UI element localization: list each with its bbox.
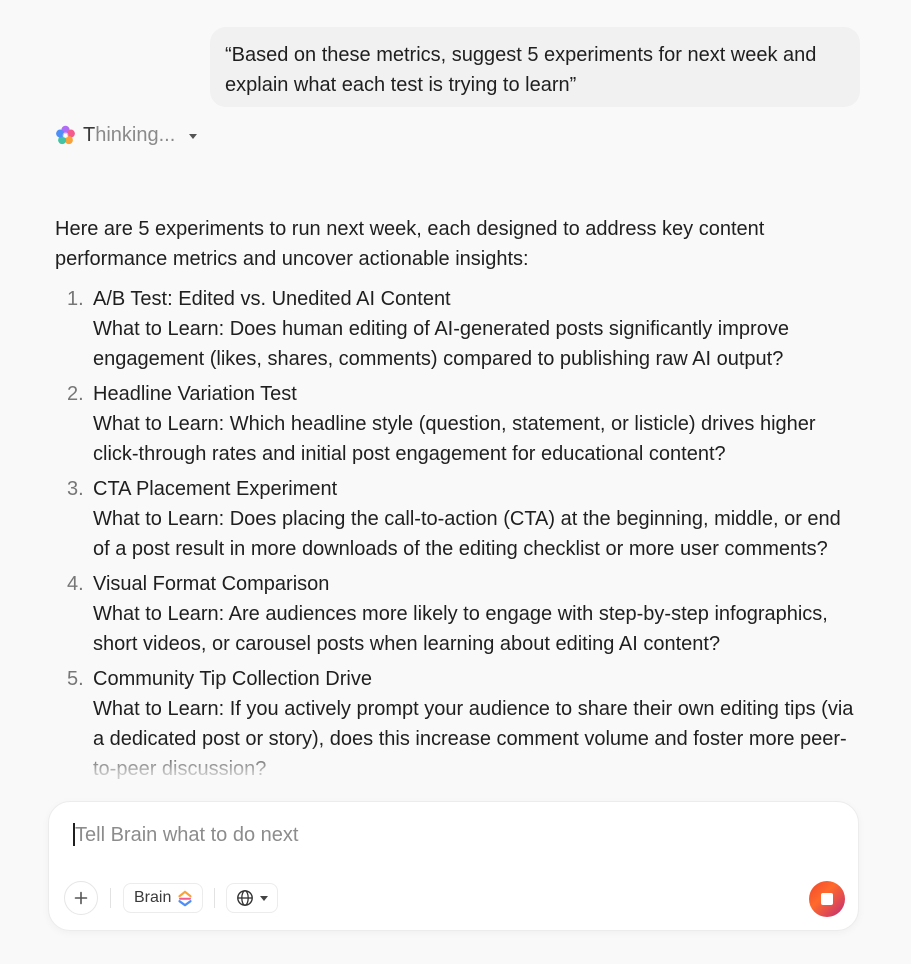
experiment-title: Visual Format Comparison: [93, 573, 330, 595]
experiment-list: 1. A/B Test: Edited vs. Unedited AI Cont…: [55, 284, 855, 784]
chevron-down-icon: [189, 133, 198, 139]
prompt-input[interactable]: [73, 820, 773, 850]
add-button[interactable]: [64, 881, 98, 915]
list-item: 5. Community Tip Collection Drive What t…: [55, 664, 855, 784]
list-item: 4. Visual Format Comparison What to Lear…: [55, 569, 855, 659]
globe-icon: [236, 889, 254, 907]
thinking-toggle[interactable]: Thinking...: [54, 121, 198, 149]
experiment-detail: What to Learn: Does human editing of AI-…: [93, 318, 789, 370]
experiment-detail: What to Learn: Does placing the call-to-…: [93, 508, 841, 560]
composer: Brain: [48, 801, 859, 931]
user-message-bubble: “Based on these metrics, suggest 5 exper…: [210, 27, 860, 107]
brain-label: Brain: [134, 889, 172, 906]
brain-logo-icon: [177, 890, 193, 907]
stop-icon: [821, 893, 833, 905]
experiment-title: Headline Variation Test: [93, 383, 297, 405]
brain-flower-icon: [54, 124, 77, 147]
assistant-response: Here are 5 experiments to run next week,…: [55, 214, 855, 802]
chevron-down-icon: [260, 895, 268, 901]
experiment-title: Community Tip Collection Drive: [93, 668, 372, 690]
text-cursor: [73, 823, 75, 846]
experiment-detail: What to Learn: Are audiences more likely…: [93, 603, 828, 655]
brain-mode-button[interactable]: Brain: [123, 883, 204, 913]
list-number: 2.: [67, 383, 84, 405]
thinking-label: Thinking...: [83, 123, 176, 146]
list-number: 5.: [67, 668, 84, 690]
experiment-detail: What to Learn: Which headline style (que…: [93, 413, 816, 465]
toolbar-divider: [214, 888, 215, 908]
user-message-text: “Based on these metrics, suggest 5 exper…: [225, 44, 817, 96]
experiment-title: CTA Placement Experiment: [93, 478, 338, 500]
list-item: 2. Headline Variation Test What to Learn…: [55, 379, 855, 469]
list-number: 3.: [67, 478, 84, 500]
list-item: 3. CTA Placement Experiment What to Lear…: [55, 474, 855, 564]
list-item: 1. A/B Test: Edited vs. Unedited AI Cont…: [55, 284, 855, 374]
list-number: 1.: [67, 288, 84, 310]
web-search-button[interactable]: [226, 883, 278, 913]
stop-button[interactable]: [809, 881, 845, 917]
toolbar-divider: [110, 888, 111, 908]
experiment-detail: What to Learn: If you actively prompt yo…: [93, 698, 854, 780]
response-intro: Here are 5 experiments to run next week,…: [55, 218, 765, 270]
plus-icon: [73, 890, 89, 906]
experiment-title: A/B Test: Edited vs. Unedited AI Content: [93, 288, 451, 310]
list-number: 4.: [67, 573, 84, 595]
